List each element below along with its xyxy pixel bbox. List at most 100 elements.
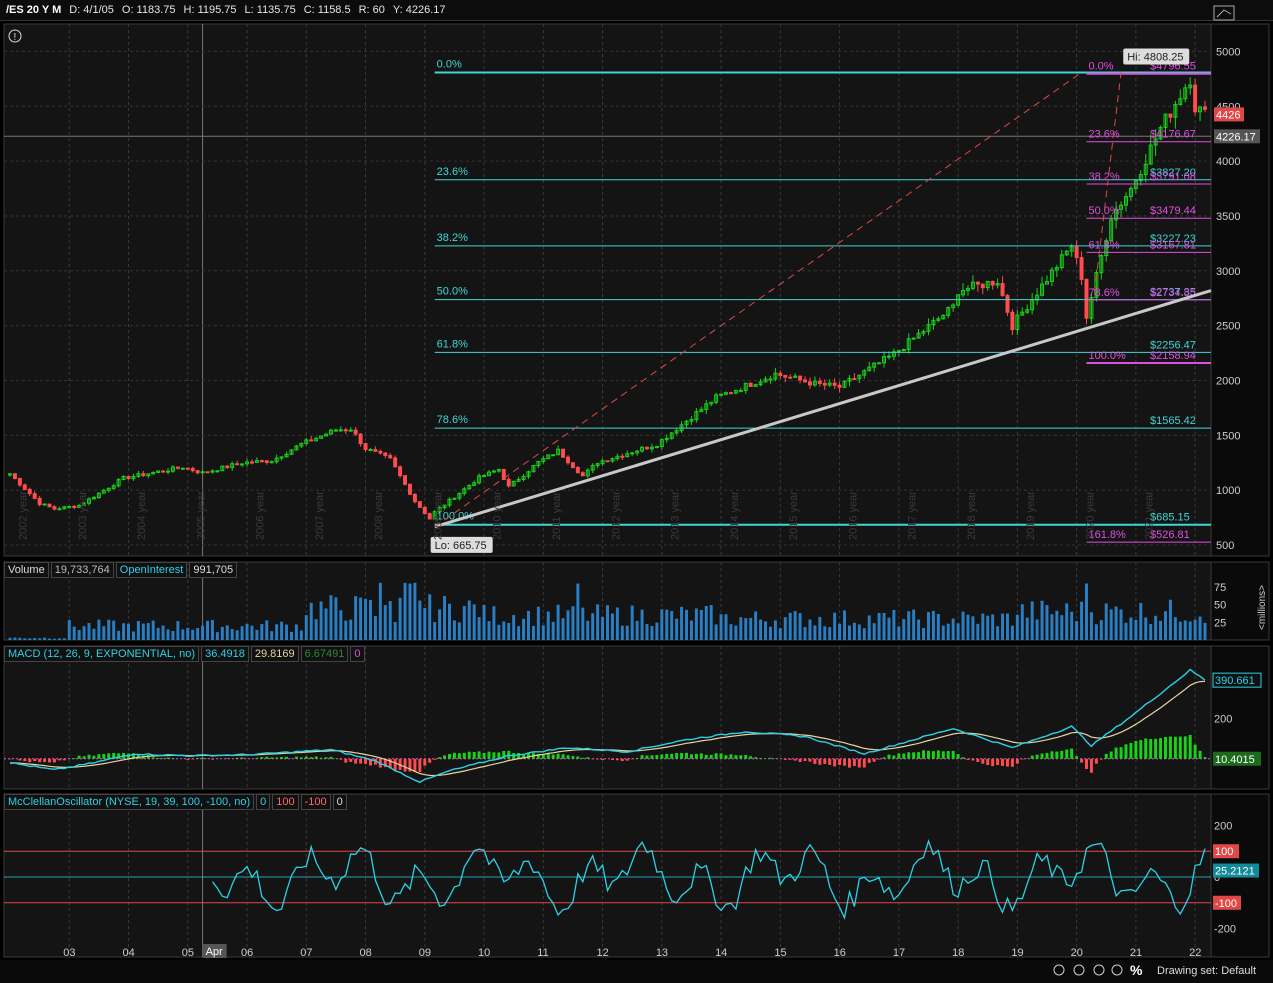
volume-bar <box>699 609 703 640</box>
macd-hist-bar <box>1015 758 1019 764</box>
macd-hist-bar <box>1055 751 1059 759</box>
macd-hist-bar <box>403 758 407 772</box>
mco-ob: 100 <box>272 794 299 810</box>
volume-bar <box>299 630 303 640</box>
macd-hist-bar <box>349 758 353 762</box>
candle <box>566 456 570 464</box>
volume-bar <box>833 612 837 640</box>
volume-bar <box>220 626 224 640</box>
candle <box>1000 283 1005 296</box>
last-price: 4426 <box>1216 109 1240 121</box>
volume-bar <box>364 598 368 640</box>
macd-hist-bar <box>768 757 772 759</box>
mco-z: 0 <box>256 794 271 810</box>
volume-bar <box>1183 620 1187 640</box>
volume-bar <box>586 620 590 640</box>
year-label: 2014 year <box>729 491 741 540</box>
macd-hist-bar <box>265 756 269 759</box>
macd-hist-bar <box>1104 753 1108 759</box>
volume-bar <box>294 624 298 640</box>
macd-hist-bar <box>344 758 348 763</box>
macd-hist-bar <box>867 758 871 763</box>
volume-bar <box>122 623 126 640</box>
volume-bar <box>457 622 461 640</box>
oi-label[interactable]: OpenInterest <box>115 562 188 578</box>
macd-hist-bar <box>729 754 733 759</box>
macd-hist-bar <box>630 758 634 760</box>
macd-hist-bar <box>625 758 629 761</box>
chart-svg[interactable]: 0.0%23.6%38.2%50.0%61.8%78.6%100.0%$2737… <box>0 0 1273 983</box>
volume-bar <box>596 604 600 640</box>
volume-bar <box>1104 603 1108 640</box>
macd-hist-bar <box>319 757 323 759</box>
volume-label[interactable]: Volume <box>4 562 49 578</box>
volume-bar <box>339 610 343 640</box>
price-tick-label: 2000 <box>1216 375 1240 387</box>
macd-avg: 29.8169 <box>250 646 299 662</box>
candle <box>1074 246 1079 259</box>
x-tick-label: 10 <box>478 947 490 959</box>
mco-label[interactable]: McClellanOscillator (NYSE, 19, 39, 100, … <box>4 794 255 810</box>
macd-hist-bar <box>601 758 605 760</box>
candle <box>452 497 457 500</box>
macd-hist-bar <box>1159 738 1163 759</box>
macd-hist-bar <box>981 758 985 764</box>
volume-bar <box>112 620 116 640</box>
candle <box>393 457 398 468</box>
volume-bar <box>1193 619 1197 640</box>
volume-bar <box>847 625 851 640</box>
macd-hist-bar <box>260 757 264 759</box>
macd-hist-bar <box>1144 738 1148 759</box>
candle <box>738 389 743 392</box>
volume-bar <box>768 626 772 640</box>
macd-hist-bar <box>556 753 560 759</box>
candle <box>47 503 52 508</box>
macd-hist-bar <box>433 758 437 760</box>
volume-bar <box>1025 617 1029 640</box>
volume-bar <box>1070 611 1074 640</box>
macd-hist-bar <box>1065 749 1069 759</box>
volume-bar <box>1154 615 1158 640</box>
macd-hist-bar <box>270 757 274 759</box>
volume-bar <box>72 626 76 640</box>
volume-bar <box>793 611 797 640</box>
candle <box>166 470 170 473</box>
volume-bar <box>443 595 447 640</box>
candle <box>32 493 37 499</box>
candle <box>175 466 180 469</box>
volume-bar <box>522 618 526 640</box>
macd-hist-bar <box>843 758 847 766</box>
volume-bar <box>107 619 111 640</box>
volume-bar <box>1139 603 1143 640</box>
volume-bar <box>670 610 674 640</box>
chart-stage[interactable]: /ES 20 Y M D: 4/1/05 O: 1183.75 H: 1195.… <box>0 0 1273 983</box>
volume-bar <box>191 629 195 640</box>
volume-bar <box>897 626 901 640</box>
volume-bar <box>1164 611 1167 640</box>
volume-bar <box>334 597 338 640</box>
candle <box>72 505 77 508</box>
volume-bar <box>857 624 861 640</box>
candle <box>269 461 274 464</box>
volume-bar <box>1010 625 1014 640</box>
volume-bar <box>235 630 239 640</box>
percent-toggle: % <box>1130 962 1143 978</box>
x-tick-label: 19 <box>1011 947 1023 959</box>
volume-bar <box>739 617 743 640</box>
volume-bar <box>996 626 1000 640</box>
macd-hist-bar <box>1020 758 1024 760</box>
volume-bar <box>991 614 995 640</box>
x-tick-label: 16 <box>834 947 846 959</box>
macd-hist-bar <box>754 757 758 759</box>
volume-bar <box>210 619 214 640</box>
candle <box>1193 84 1198 113</box>
macd-hist-bar <box>280 757 284 759</box>
macd-hist-bar <box>793 758 797 761</box>
volume-bar <box>783 617 787 640</box>
macd-hist-bar <box>1001 758 1005 766</box>
macd-label[interactable]: MACD (12, 26, 9, EXPONENTIAL, no) <box>4 646 200 662</box>
candle <box>911 337 916 340</box>
candle <box>12 473 17 479</box>
volume-bar <box>67 620 71 640</box>
macd-hist-bar <box>225 758 229 759</box>
